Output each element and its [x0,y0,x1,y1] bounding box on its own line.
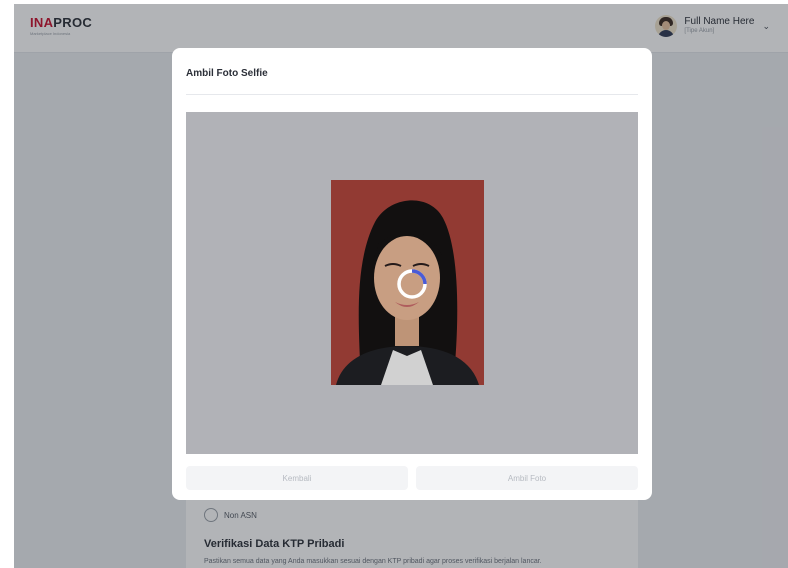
loading-spinner-icon [395,267,429,306]
modal-divider [186,94,638,95]
camera-preview [186,112,638,454]
back-button[interactable]: Kembali [186,466,408,490]
selfie-modal: Ambil Foto Selfie Kembali Ambil Foto [172,48,652,500]
modal-title: Ambil Foto Selfie [186,68,268,79]
app-window: INAPROC Marketplace Indonesia Full Name … [14,4,788,568]
take-photo-button[interactable]: Ambil Foto [416,466,638,490]
